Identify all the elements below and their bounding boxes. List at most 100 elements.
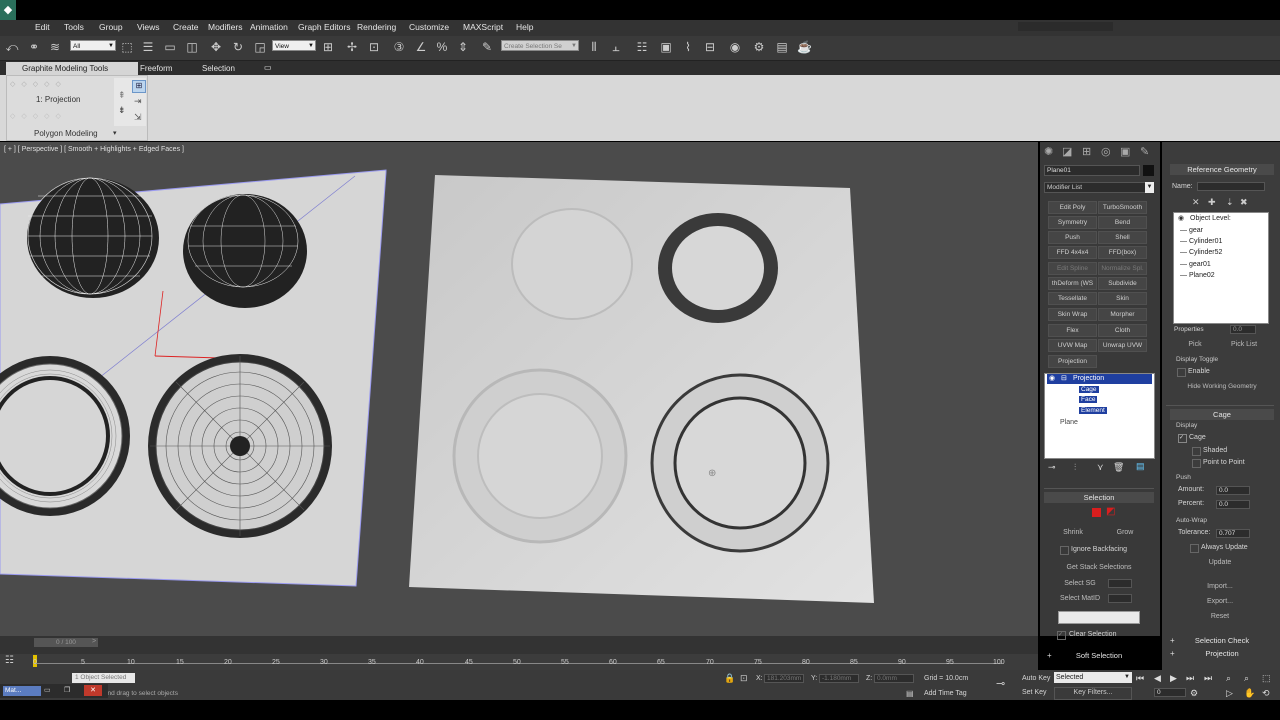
reference-coord-dropdown[interactable]: View ▼: [272, 40, 316, 51]
mod-btn-turbosmooth[interactable]: TurboSmooth: [1098, 201, 1147, 214]
object-name-field[interactable]: Plane01: [1044, 165, 1140, 176]
selection-check-rollout[interactable]: Selection Check: [1180, 635, 1264, 646]
menu-create[interactable]: Create: [173, 22, 199, 32]
material-editor-icon[interactable]: ◉: [728, 40, 742, 54]
tolerance-field[interactable]: 0.707: [1216, 529, 1250, 538]
next-frame-icon[interactable]: >: [92, 638, 96, 645]
snap-toggle-icon[interactable]: ③: [392, 40, 406, 54]
list-item[interactable]: — Cylinder52: [1180, 249, 1222, 256]
time-config-icon[interactable]: ⚙: [1190, 688, 1198, 699]
x-coordinate-field[interactable]: 181.203mm: [764, 674, 804, 683]
shrink-button[interactable]: Shrink: [1056, 529, 1090, 536]
key-filters-button[interactable]: Key Filters...: [1054, 687, 1132, 700]
stack-level-label[interactable]: 1: Projection: [36, 95, 80, 104]
mod-btn-ffd-box[interactable]: FFD(box): [1098, 246, 1147, 259]
undo-icon[interactable]: ⤺: [5, 40, 19, 54]
reset-button[interactable]: Reset: [1194, 613, 1246, 620]
pick-list-button[interactable]: Pick List: [1226, 341, 1262, 348]
stack-up-icon[interactable]: ⇞: [118, 90, 126, 101]
selection-dropdown[interactable]: [1058, 611, 1140, 624]
menu-edit[interactable]: Edit: [35, 22, 50, 32]
reference-geometry-title[interactable]: Reference Geometry: [1170, 164, 1274, 175]
clear-list-icon[interactable]: ✖: [1240, 197, 1248, 208]
remove-x-icon[interactable]: ✕: [1192, 197, 1200, 208]
percent-snap-icon[interactable]: %: [435, 40, 449, 54]
auto-key-label[interactable]: Auto Key: [1022, 675, 1050, 682]
previous-frame-icon[interactable]: ◀: [1154, 673, 1161, 684]
viewport-label[interactable]: [ + ] [ Perspective ] [ Smooth + Highlig…: [4, 146, 184, 153]
modifier-stack[interactable]: [1044, 373, 1155, 459]
key-icon[interactable]: ⊸: [996, 677, 1005, 690]
percent-field[interactable]: 0.0: [1216, 500, 1250, 509]
spinner-snap-icon[interactable]: ⇕: [456, 40, 470, 54]
selection-filter-dropdown[interactable]: All ▼: [70, 40, 116, 51]
point-to-point-checkbox[interactable]: [1192, 459, 1201, 468]
tab-selection[interactable]: Selection: [202, 64, 235, 73]
mirror-icon[interactable]: ⫴: [587, 40, 601, 54]
shaded-checkbox[interactable]: [1192, 447, 1201, 456]
face-selection-icon[interactable]: [1092, 508, 1101, 517]
plane-right[interactable]: [409, 175, 874, 603]
stack-item-projection[interactable]: Projection: [1073, 375, 1104, 382]
edit-named-selection-icon[interactable]: ✎: [480, 40, 494, 54]
time-slider[interactable]: 0 / 100: [34, 638, 98, 647]
select-matid-field[interactable]: [1108, 594, 1132, 603]
always-update-checkbox[interactable]: [1190, 544, 1199, 553]
collapse-stack-icon[interactable]: ⇥: [134, 96, 142, 107]
move-icon[interactable]: ✥: [209, 40, 223, 54]
expand-icon[interactable]: ⊟: [1061, 374, 1067, 382]
menu-modifiers[interactable]: Modifiers: [208, 22, 242, 32]
schematic-view-icon[interactable]: ⊟: [703, 40, 717, 54]
layer-manager-icon[interactable]: ☷: [635, 40, 649, 54]
grow-button[interactable]: Grow: [1108, 529, 1142, 536]
object-color-swatch[interactable]: [1143, 165, 1154, 176]
mod-btn-subdivide[interactable]: Subdivide: [1098, 277, 1147, 290]
expand-plus-icon[interactable]: +: [1047, 651, 1052, 660]
cage-rollout-title[interactable]: Cage: [1170, 409, 1274, 420]
field-of-view-icon[interactable]: ▷: [1226, 688, 1233, 699]
mod-btn-unwrap-uvw[interactable]: Unwrap UVW: [1098, 339, 1147, 352]
go-to-end-icon[interactable]: ⏭: [1204, 673, 1212, 684]
taskbar-app-button[interactable]: Mat...: [3, 686, 41, 696]
mod-btn-cloth[interactable]: Cloth: [1098, 324, 1147, 337]
z-coordinate-field[interactable]: 0.0mm: [874, 674, 914, 683]
menu-help[interactable]: Help: [516, 22, 533, 32]
cage-checkbox[interactable]: ✓: [1178, 434, 1187, 443]
mod-btn-edit-spline[interactable]: Edit Spline: [1048, 262, 1097, 275]
select-manipulate-icon[interactable]: ✢: [345, 40, 359, 54]
mod-btn-morpher[interactable]: Morpher: [1098, 308, 1147, 321]
soft-selection-rollout[interactable]: Soft Selection: [1056, 650, 1142, 661]
projection-rollout[interactable]: Projection: [1180, 648, 1264, 659]
menu-maxscript[interactable]: MAXScript: [463, 22, 503, 32]
ignore-backfacing-checkbox[interactable]: [1060, 546, 1069, 555]
app-logo-icon[interactable]: ◆: [0, 0, 16, 20]
pin-stack-icon[interactable]: ⊸: [1048, 462, 1056, 473]
pick-pointer-icon[interactable]: ⇣: [1226, 197, 1234, 208]
mod-btn-flex[interactable]: Flex: [1048, 324, 1097, 337]
hierarchy-tab-icon[interactable]: ⊞: [1082, 145, 1091, 158]
go-to-start-icon[interactable]: ⏮: [1136, 673, 1144, 684]
show-end-result-icon[interactable]: ⫶: [1074, 462, 1076, 473]
properties-field[interactable]: 0.0: [1230, 325, 1256, 334]
configure-sets-icon[interactable]: ▤: [1136, 461, 1145, 472]
amount-field[interactable]: 0.0: [1216, 486, 1250, 495]
add-plus-icon[interactable]: ✚: [1208, 197, 1216, 208]
remove-modifier-icon[interactable]: 🗑: [1113, 462, 1124, 473]
keyboard-shortcut-icon[interactable]: ⊡: [367, 40, 381, 54]
ribbon-panel-title[interactable]: Polygon Modeling: [34, 129, 98, 138]
play-icon[interactable]: ▶: [1170, 673, 1177, 684]
stack-sub-element[interactable]: Element: [1079, 407, 1107, 414]
cap-mesh[interactable]: [183, 194, 307, 308]
show-end-result-icon[interactable]: ⊞: [132, 80, 146, 93]
zoom-all-icon[interactable]: ⌕: [1244, 673, 1249, 684]
make-unique-icon[interactable]: ⋎: [1097, 462, 1104, 473]
window-crossing-icon[interactable]: ◫: [185, 40, 199, 54]
utilities-tab-icon[interactable]: ✎: [1140, 145, 1149, 158]
mod-btn-uvw-map[interactable]: UVW Map: [1048, 339, 1097, 352]
menu-animation[interactable]: Animation: [250, 22, 288, 32]
tab-graphite-modeling-tools[interactable]: Graphite Modeling Tools: [22, 64, 108, 73]
name-field[interactable]: [1197, 182, 1265, 191]
bind-space-warp-icon[interactable]: ≋: [48, 40, 62, 54]
hide-working-geometry-button[interactable]: Hide Working Geometry: [1176, 383, 1268, 390]
import-button[interactable]: Import...: [1194, 583, 1246, 590]
